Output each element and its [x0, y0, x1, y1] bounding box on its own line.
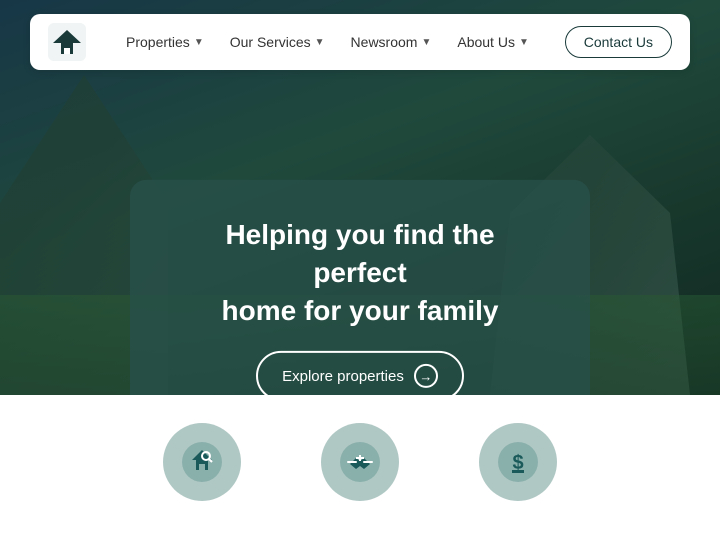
feature-handshake: [321, 423, 399, 501]
navbar: Properties ▼ Our Services ▼ Newsroom ▼ A…: [30, 14, 690, 70]
chevron-down-icon: ▼: [315, 37, 325, 48]
nav-item-properties[interactable]: Properties ▼: [116, 28, 214, 56]
chevron-down-icon: ▼: [194, 37, 204, 48]
home-search-icon: [182, 442, 222, 482]
nav-links: Properties ▼ Our Services ▼ Newsroom ▼ A…: [116, 28, 565, 56]
explore-label: Explore properties: [282, 368, 404, 385]
feature-pricing: $: [479, 423, 557, 501]
chevron-down-icon: ▼: [519, 37, 529, 48]
contact-button[interactable]: Contact Us: [565, 26, 672, 58]
handshake-icon: [340, 442, 380, 482]
features-section: $: [0, 395, 720, 540]
nav-item-newsroom[interactable]: Newsroom ▼: [341, 28, 442, 56]
chevron-down-icon: ▼: [421, 37, 431, 48]
nav-item-about[interactable]: About Us ▼: [447, 28, 539, 56]
hero-title: Helping you find the perfect home for yo…: [178, 216, 542, 329]
explore-properties-button[interactable]: Explore properties →: [256, 351, 464, 401]
nav-item-services[interactable]: Our Services ▼: [220, 28, 335, 56]
logo[interactable]: [48, 23, 86, 61]
find-home-icon-circle: [163, 423, 241, 501]
arrow-right-icon: →: [414, 364, 438, 388]
feature-find-home: [163, 423, 241, 501]
handshake-icon-circle: [321, 423, 399, 501]
dollar-icon: $: [498, 442, 538, 482]
logo-icon: [48, 23, 86, 61]
pricing-icon-circle: $: [479, 423, 557, 501]
